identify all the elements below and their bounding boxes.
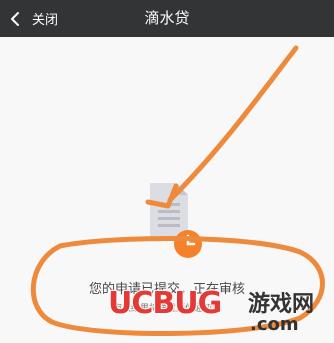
clock-icon [174,230,202,258]
status-message: 您的申请已提交，正在审核 [88,282,245,297]
back-arrow-icon [11,11,19,26]
status-submessage: 审核结果将通过短信通知您 [112,304,221,314]
application-status-screen [0,37,334,343]
back-button-label: 关闭 [32,13,59,28]
back-button[interactable]: 关闭 [10,0,74,37]
top-navigation-bar: 关闭 滴水贷 [0,0,334,37]
